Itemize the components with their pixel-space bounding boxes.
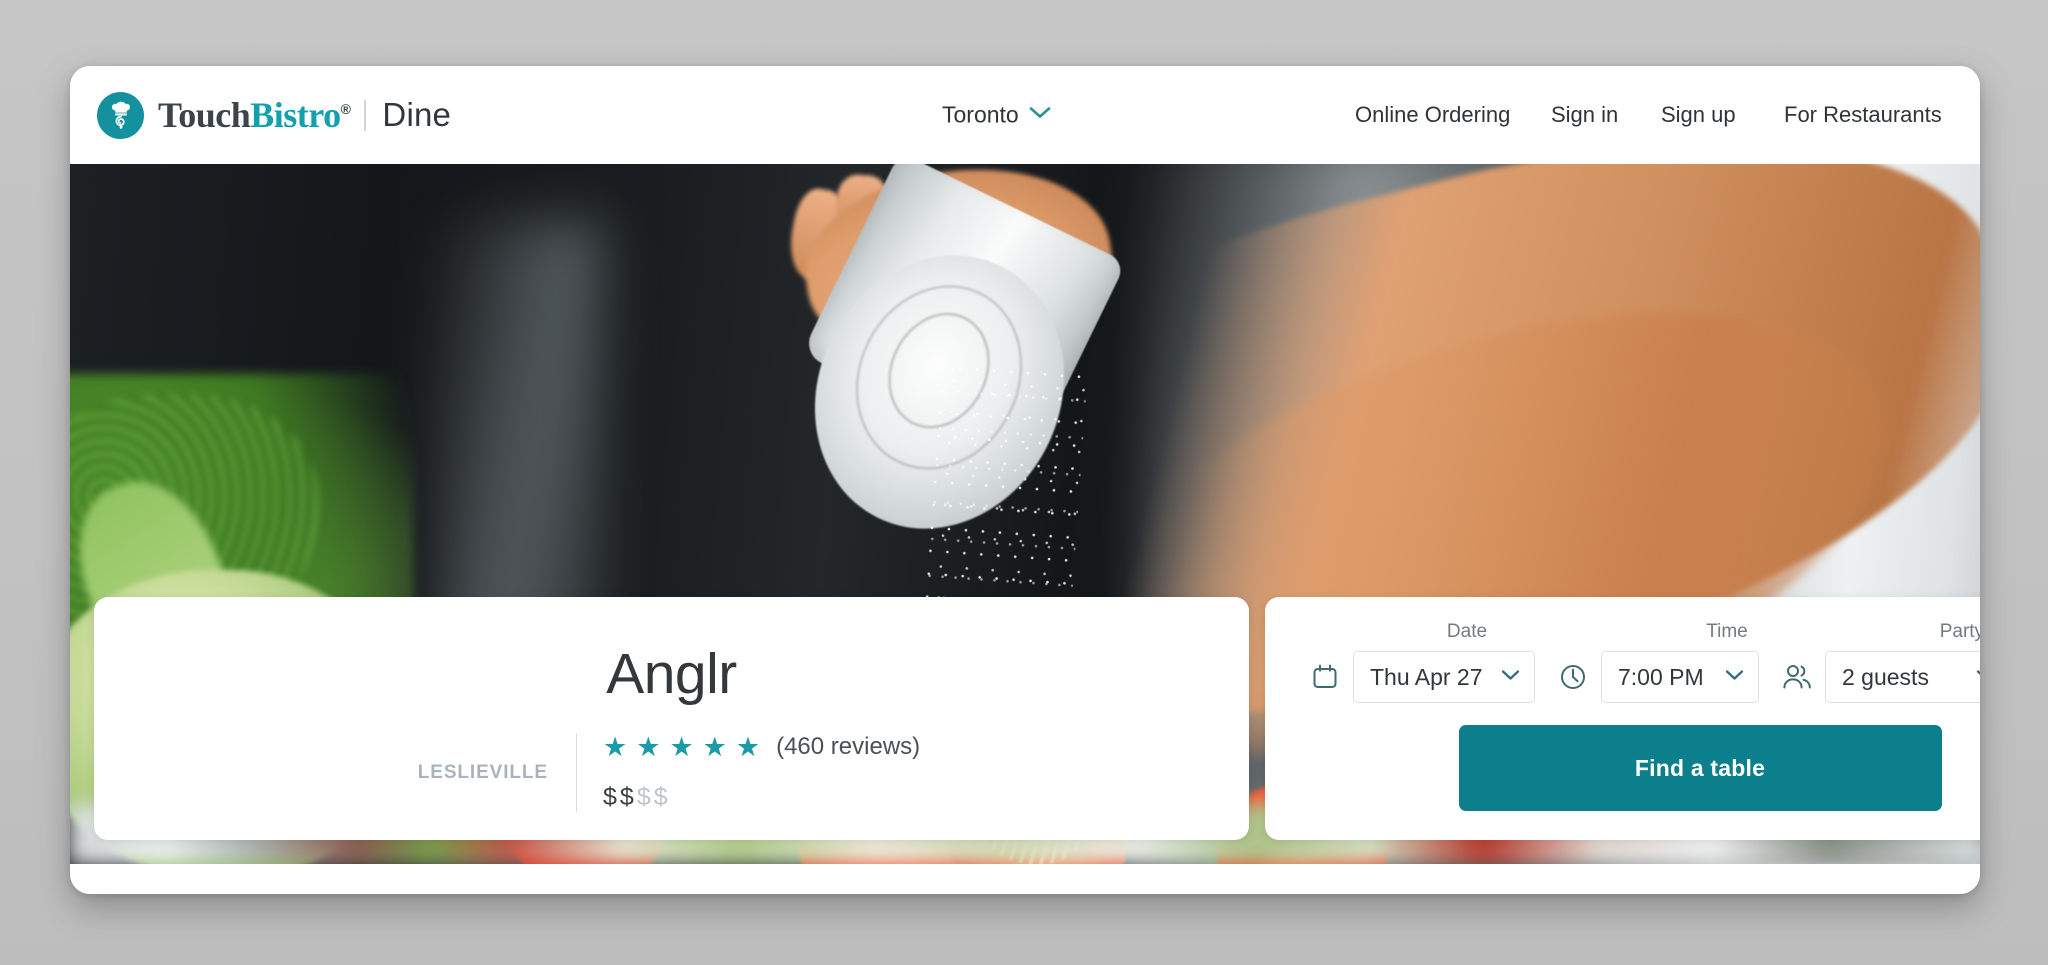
price-symbol-empty: $ [653,783,671,811]
date-field-label: Date [1446,621,1488,642]
brand-logo[interactable]: TouchBistro® Dine [97,91,452,139]
main-navigation: Online Ordering Sign in Sign up For Rest… [1355,101,1942,129]
window-footer [70,864,1980,894]
chevron-down-icon [1976,668,1980,686]
chevron-down-icon [1725,668,1744,686]
product-name: Dine [382,96,452,133]
wordmark-touch: Touch [158,95,251,135]
party-size-field-label: Party Size [1939,621,1980,642]
chevron-down-icon [1029,106,1051,125]
nav-item-for-restaurants[interactable]: For Restaurants [1784,101,1942,129]
price-level: $$$$ [603,783,997,812]
star-icon: ★ [669,731,694,762]
calendar-icon [1307,659,1343,695]
star-icon: ★ [735,731,761,762]
restaurant-name: Anglr [606,642,737,706]
date-select[interactable]: Thu Apr 27 [1353,651,1535,703]
rating-row: ★ ★ ★ ★ ★ (460 reviews) [603,733,997,761]
time-value: 7:00 PM [1618,663,1704,690]
review-count[interactable]: (460 reviews) [776,733,920,761]
nav-item-sign-in[interactable]: Sign in [1551,101,1661,129]
booking-field-labels: Date Time Party Size [1307,621,1980,643]
party-size-field-group: 2 guests [1779,651,1980,703]
time-select[interactable]: 7:00 PM [1601,651,1759,703]
date-field-group: Thu Apr 27 [1307,651,1535,703]
time-field-label: Time [1706,621,1748,642]
wordmark-registered: ® [340,101,351,117]
restaurant-meta: LESLIEVILLE ★ ★ ★ ★ ★ (460 reviews) $$$$ [94,733,1249,812]
browser-window: TouchBistro® Dine Toronto Online Orderin… [70,66,1980,894]
party-size-select[interactable]: 2 guests [1825,651,1980,703]
price-symbol-empty: $ [636,783,654,811]
desktop-background: TouchBistro® Dine Toronto Online Orderin… [0,0,2048,965]
brand-wordmark: TouchBistro® [158,94,351,136]
chef-hat-circle-icon [97,91,144,139]
price-symbol-filled: $ [603,783,620,811]
party-size-value: 2 guests [1842,663,1929,690]
site-header: TouchBistro® Dine Toronto Online Orderin… [70,66,1980,164]
clock-icon [1555,659,1591,695]
people-icon [1779,659,1815,695]
date-value: Thu Apr 27 [1370,663,1483,690]
restaurant-info-card: Anglr LESLIEVILLE ★ ★ ★ ★ ★ (460 reviews… [94,597,1249,840]
hero-section: Anglr LESLIEVILLE ★ ★ ★ ★ ★ (460 reviews… [70,164,1980,864]
city-label: Toronto [942,101,1019,128]
wordmark-bistro: Bistro [250,95,341,135]
price-symbol-filled: $ [619,783,637,811]
star-icon: ★ [636,731,661,762]
star-icon: ★ [603,731,628,762]
brand-divider [364,99,367,131]
chevron-down-icon [1501,668,1520,686]
neighbourhood-label: LESLIEVILLE [417,761,548,783]
star-icon: ★ [702,731,727,762]
nav-item-sign-up[interactable]: Sign up [1661,101,1784,129]
nav-item-online-ordering[interactable]: Online Ordering [1355,101,1551,129]
hero-overlay-cards: Anglr LESLIEVILLE ★ ★ ★ ★ ★ (460 reviews… [70,597,1980,840]
star-rating: ★ ★ ★ ★ ★ [603,731,761,762]
time-field-group: 7:00 PM [1555,651,1759,703]
find-a-table-button[interactable]: Find a table [1458,725,1942,811]
booking-widget: Date Time Party Size [1265,597,1980,840]
city-selector[interactable]: Toronto [942,102,1051,129]
booking-fields: Thu Apr 27 7:00 PM 2 guests [1307,651,1980,703]
